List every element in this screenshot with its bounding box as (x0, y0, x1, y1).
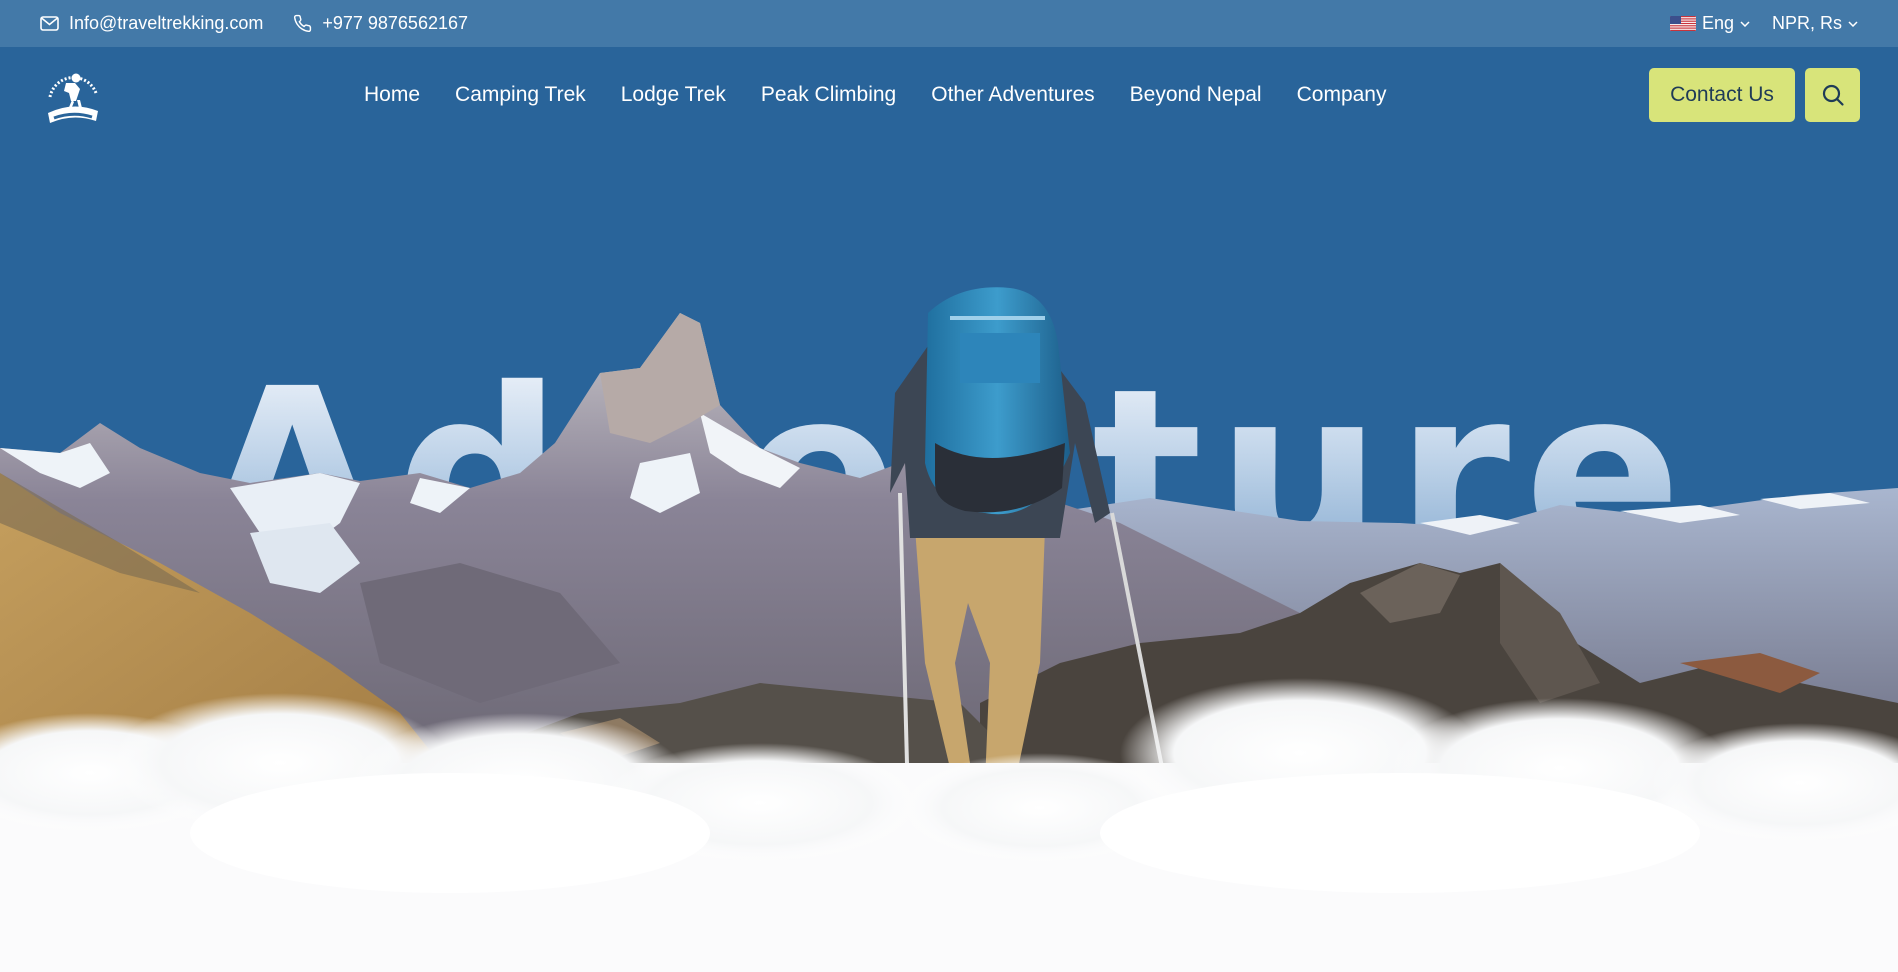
chevron-down-icon (1848, 20, 1858, 27)
hero-section: Adventure (0, 143, 1898, 972)
currency-selector[interactable]: NPR, Rs (1772, 13, 1858, 34)
nav-item-home[interactable]: Home (364, 83, 420, 107)
nav-item-lodge-trek[interactable]: Lodge Trek (621, 83, 726, 107)
site-logo[interactable] (40, 63, 106, 125)
locale-selectors: Eng NPR, Rs (1648, 13, 1858, 34)
nav-item-camping-trek[interactable]: Camping Trek (455, 83, 586, 107)
phone-icon (294, 14, 312, 33)
email-link[interactable]: Info@traveltrekking.com (40, 13, 263, 34)
language-selector[interactable]: Eng (1669, 13, 1750, 34)
nav-item-other-adventures[interactable]: Other Adventures (931, 83, 1094, 107)
phone-text: +977 9876562167 (322, 13, 468, 33)
phone-link[interactable]: +977 9876562167 (293, 13, 468, 34)
us-flag-icon (1669, 16, 1696, 31)
search-button[interactable] (1805, 68, 1860, 122)
main-menu: Home Camping Trek Lodge Trek Peak Climbi… (364, 47, 1422, 143)
currency-label: NPR, Rs (1771, 13, 1842, 33)
language-label: Eng (1701, 13, 1734, 33)
mail-icon (40, 16, 59, 31)
email-text: Info@traveltrekking.com (69, 13, 264, 33)
hero-mountain-image (0, 287, 1898, 972)
nav-item-beyond-nepal[interactable]: Beyond Nepal (1130, 83, 1262, 107)
main-navbar: Home Camping Trek Lodge Trek Peak Climbi… (0, 47, 1898, 143)
chevron-down-icon (1740, 20, 1750, 27)
search-icon (1822, 84, 1844, 106)
contact-info: Info@traveltrekking.com +977 9876562167 (40, 13, 498, 34)
logo-hiker-emblem (48, 73, 98, 123)
nav-item-company[interactable]: Company (1297, 83, 1387, 107)
contact-us-button[interactable]: Contact Us (1649, 68, 1795, 122)
top-bar: Info@traveltrekking.com +977 9876562167 … (0, 0, 1898, 47)
nav-item-peak-climbing[interactable]: Peak Climbing (761, 83, 896, 107)
